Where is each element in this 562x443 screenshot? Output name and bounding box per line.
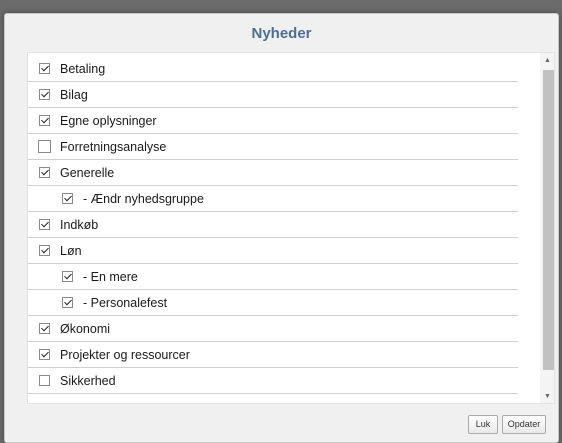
list-item[interactable]: - Personalefest bbox=[28, 290, 518, 316]
checkbox-checked[interactable] bbox=[62, 297, 73, 308]
list-item-label: Generelle bbox=[60, 165, 115, 180]
list-scrollbar[interactable]: ▲ ▼ bbox=[540, 53, 554, 403]
list-item[interactable]: Generelle bbox=[28, 160, 518, 186]
list-item-label: Betaling bbox=[60, 61, 106, 76]
list-item-label: - Ændr nyhedsgruppe bbox=[83, 191, 204, 206]
checkbox-checked[interactable] bbox=[39, 115, 50, 126]
scroll-up-arrow-icon[interactable]: ▲ bbox=[540, 54, 554, 68]
checkbox-checked[interactable] bbox=[39, 63, 50, 74]
list-item[interactable]: Indkøb bbox=[28, 212, 518, 238]
close-button[interactable]: Luk bbox=[468, 415, 498, 434]
list-item[interactable]: - En mere bbox=[28, 264, 518, 290]
list-item-label: Egne oplysninger bbox=[60, 113, 157, 128]
list-item[interactable]: Forretningsanalyse bbox=[28, 134, 518, 160]
news-group-list-content: Betaling Bilag Egne oplysninger Forretnings… bbox=[28, 53, 540, 403]
scroll-down-arrow-icon[interactable]: ▼ bbox=[540, 390, 554, 403]
news-group-list: Betaling Bilag Egne oplysninger Forretnings… bbox=[27, 52, 555, 404]
list-item[interactable]: Betaling bbox=[28, 56, 518, 82]
list-item[interactable]: Bilag bbox=[28, 82, 518, 108]
list-item[interactable]: Løn bbox=[28, 238, 518, 264]
list-item-label: Bilag bbox=[60, 87, 88, 102]
checkbox-checked[interactable] bbox=[39, 323, 50, 334]
list-item-label: Sikkerhed bbox=[60, 373, 116, 388]
list-item[interactable]: - Ændr nyhedsgruppe bbox=[28, 186, 518, 212]
list-item-label: Projekter og ressourcer bbox=[60, 347, 190, 362]
checkbox-unchecked[interactable] bbox=[39, 375, 50, 386]
list-item-label: - Personalefest bbox=[83, 295, 168, 310]
checkbox-checked[interactable] bbox=[62, 271, 73, 282]
news-dialog: Nyheder Betaling Bilag Egne oplysninger For… bbox=[4, 13, 559, 443]
update-button[interactable]: Opdater bbox=[502, 415, 546, 434]
list-item[interactable]: Egne oplysninger bbox=[28, 108, 518, 134]
dialog-title: Nyheder bbox=[251, 25, 312, 42]
list-item-label: Indkøb bbox=[60, 217, 99, 232]
list-item-label: - En mere bbox=[83, 269, 138, 284]
checkbox-checked[interactable] bbox=[39, 245, 50, 256]
list-item-label: Økonomi bbox=[60, 321, 111, 336]
list-item-label: Forretningsanalyse bbox=[60, 139, 167, 154]
list-item-label: Løn bbox=[60, 243, 82, 258]
checkbox-checked[interactable] bbox=[39, 167, 50, 178]
list-item[interactable]: Økonomi bbox=[28, 316, 518, 342]
checkbox-checked[interactable] bbox=[62, 193, 73, 204]
checkbox-checked[interactable] bbox=[39, 89, 50, 100]
checkbox-checked[interactable] bbox=[39, 219, 50, 230]
scroll-thumb[interactable] bbox=[543, 70, 554, 370]
checkbox-unchecked[interactable] bbox=[38, 140, 51, 153]
checkbox-checked[interactable] bbox=[39, 349, 50, 360]
list-item[interactable]: Projekter og ressourcer bbox=[28, 342, 518, 368]
list-item[interactable]: Sikkerhed bbox=[28, 368, 518, 394]
